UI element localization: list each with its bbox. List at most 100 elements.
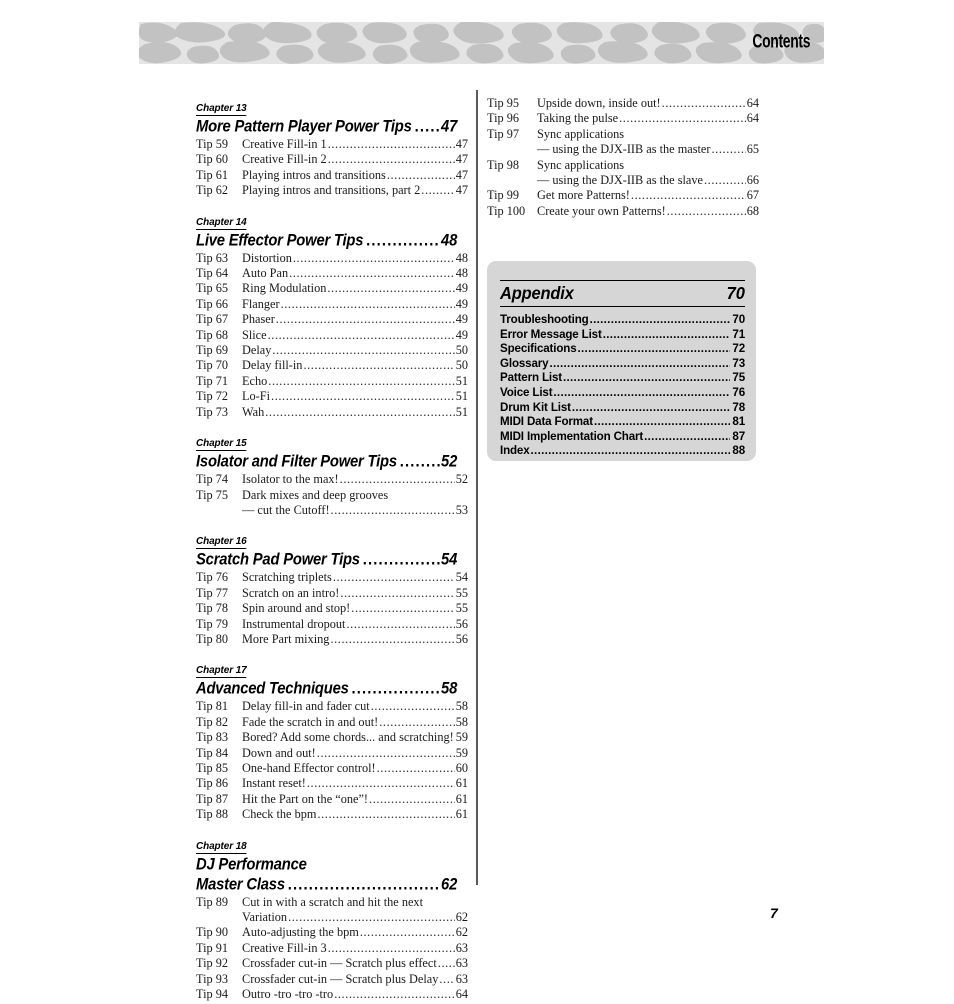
toc-chapter-block: Chapter 13 More Pattern Player Power Tips… — [196, 98, 468, 199]
toc-entry-page: 49 — [455, 281, 468, 296]
appendix-entry-row[interactable]: MIDI Data Format........................… — [500, 415, 745, 430]
toc-entry-number: Tip 65 — [196, 281, 229, 296]
toc-entry-row[interactable]: Tip 72 Lo-Fi.............................… — [196, 389, 468, 404]
toc-entry-row[interactable]: Tip 59 Creative Fill-in 1................… — [196, 137, 468, 152]
toc-entry-row[interactable]: Tip 61 Playing intros and transitions....… — [196, 168, 468, 183]
toc-leader-dots: ........................................… — [316, 745, 455, 760]
toc-entry-row[interactable]: Tip 69 Delay.............................… — [196, 343, 468, 358]
appendix-entry-row[interactable]: MIDI Implementation Chart...............… — [500, 430, 745, 445]
toc-entry-row[interactable]: Tip 63 Distortion........................… — [196, 251, 468, 266]
toc-entry-label: Variation — [242, 910, 288, 924]
toc-entry-number: Tip 97 — [487, 126, 520, 141]
toc-entry-row[interactable]: Tip 95 Upside down, inside out!..........… — [487, 96, 759, 111]
toc-entry-row[interactable]: Tip 90 Auto-adjusting the bpm............… — [196, 925, 468, 940]
toc-entry-body: Playing intros and transitions..........… — [242, 168, 468, 183]
toc-entry-row[interactable]: — using the DJX-IIB as the slave........… — [487, 173, 759, 188]
toc-entry-row[interactable]: Tip 93 Crossfader cut-in — Scratch plus D… — [196, 972, 468, 987]
chapter-title[interactable]: Scratch Pad Power Tips..................… — [196, 550, 457, 570]
toc-entry-row[interactable]: Tip 68 Slice.............................… — [196, 328, 468, 343]
appendix-entry-row[interactable]: Voice List..............................… — [500, 386, 745, 401]
toc-entry-row[interactable]: Tip 71 Echo..............................… — [196, 374, 468, 389]
toc-entry-body: Auto Pan................................… — [242, 266, 468, 281]
chapter-title-line-1[interactable]: DJ Performance — [196, 854, 457, 874]
toc-entry-row[interactable]: Tip 89 Cut in with a scratch and hit the … — [196, 895, 468, 910]
chapter-tip-list: Tip 63 Distortion........................… — [196, 251, 468, 420]
toc-entry-row[interactable]: Tip 66 Flanger...........................… — [196, 297, 468, 312]
toc-entry-row[interactable]: Tip 62 Playing intros and transitions, pa… — [196, 183, 468, 198]
chapter-label-holder: Chapter 14 — [196, 212, 468, 230]
chapter-label: Chapter 14 — [196, 215, 247, 230]
toc-leader-dots: ........................................… — [267, 327, 455, 342]
toc-entry-row[interactable]: Tip 73 Wah...............................… — [196, 405, 468, 420]
chapter-label-holder: Chapter 13 — [196, 98, 468, 116]
toc-entry-page: 55 — [455, 585, 468, 600]
toc-entry-row[interactable]: Tip 97 Sync applications.................… — [487, 127, 759, 142]
appendix-entry-row[interactable]: Error Message List......................… — [500, 328, 745, 343]
toc-entry-row[interactable]: Tip 86 Instant reset!....................… — [196, 776, 468, 791]
appendix-entry-row[interactable]: Index...................................… — [500, 444, 745, 459]
toc-entry-row[interactable]: Tip 60 Creative Fill-in 2................… — [196, 152, 468, 167]
chapter-title[interactable]: Live Effector Power Tips................… — [196, 230, 457, 250]
chapter-title[interactable]: More Pattern Player Power Tips..........… — [196, 116, 457, 136]
appendix-entry-row[interactable]: Specifications..........................… — [500, 342, 745, 357]
toc-entry-row[interactable]: Tip 84 Down and out!.....................… — [196, 746, 468, 761]
chapter-page: 58 — [441, 679, 458, 698]
toc-entry-row[interactable]: Tip 80 More Part mixing..................… — [196, 632, 468, 647]
toc-entry-row[interactable]: Tip 70 Delay fill-in.....................… — [196, 358, 468, 373]
toc-entry-row[interactable]: Tip 87 Hit the Part on the “one”!........… — [196, 792, 468, 807]
toc-entry-label: Echo — [242, 373, 268, 388]
toc-entry-label: Scratch on an intro! — [242, 585, 340, 600]
chapter-title[interactable]: Advanced Techniques.....................… — [196, 679, 457, 699]
toc-entry-body: Wah.....................................… — [242, 405, 468, 420]
toc-entry-label: Creative Fill-in 1 — [242, 137, 327, 151]
chapter-page: 47 — [441, 117, 458, 136]
toc-entry-row[interactable]: Tip 81 Delay fill-in and fader cut.......… — [196, 699, 468, 714]
toc-entry-row[interactable]: Tip 92 Crossfader cut-in — Scratch plus e… — [196, 956, 468, 971]
toc-entry-page: 64 — [746, 111, 759, 126]
toc-entry-row[interactable]: Tip 78 Spin around and stop!.............… — [196, 601, 468, 616]
toc-entry-row[interactable]: Tip 64 Auto Pan..........................… — [196, 266, 468, 281]
toc-entry-row[interactable]: Tip 74 Isolator to the max!..............… — [196, 472, 468, 487]
toc-entry-row[interactable]: Tip 79 Instrumental dropout..............… — [196, 617, 468, 632]
toc-entry-number: Tip 96 — [487, 111, 520, 126]
toc-entry-row[interactable]: Tip 83 Bored? Add some chords... and scra… — [196, 730, 468, 745]
toc-entry-row[interactable]: Tip 96 Taking the pulse..................… — [487, 111, 759, 126]
toc-entry-row[interactable]: Tip 85 One-hand Effector control!........… — [196, 761, 468, 776]
chapter-title[interactable]: Isolator and Filter Power Tips..........… — [196, 452, 457, 472]
appendix-entry-row[interactable]: Pattern List............................… — [500, 371, 745, 386]
toc-entry-body: Outro -tro -tro -tro....................… — [242, 987, 468, 1002]
toc-entry-row[interactable]: Tip 65 Ring Modulation...................… — [196, 281, 468, 296]
toc-entry-row[interactable]: Tip 77 Scratch on an intro!..............… — [196, 586, 468, 601]
toc-entry-row[interactable]: Tip 76 Scratching triplets...............… — [196, 570, 468, 585]
toc-entry-body: Upside down, inside out!................… — [537, 96, 759, 111]
toc-entry-row[interactable]: — cut the Cutoff!.......................… — [196, 503, 468, 518]
appendix-entry-row[interactable]: Troubleshooting.........................… — [500, 313, 745, 328]
appendix-entry-row[interactable]: Drum Kit List...........................… — [500, 401, 745, 416]
chapter-title[interactable]: Master Class............................… — [196, 874, 457, 894]
toc-chapter-block: Chapter 16 Scratch Pad Power Tips........… — [196, 531, 468, 647]
appendix-leader-dots: ........................................… — [589, 313, 731, 326]
toc-entry-number: Tip 81 — [196, 699, 229, 714]
toc-entry-row[interactable]: Variation...............................… — [196, 910, 468, 925]
toc-entry-number: Tip 73 — [196, 404, 229, 419]
toc-entry-label: Playing intros and transitions — [242, 167, 386, 182]
toc-entry-row[interactable]: — using the DJX-IIB as the master.......… — [487, 142, 759, 157]
toc-entry-label: Instrumental dropout — [242, 616, 346, 631]
toc-entry-row[interactable]: Tip 75 Dark mixes and deep grooves.......… — [196, 488, 468, 503]
toc-entry-number: Tip 90 — [196, 925, 229, 940]
appendix-entry-row[interactable]: Glossary................................… — [500, 357, 745, 372]
toc-entry-label: Instant reset! — [242, 776, 306, 791]
toc-entry-row[interactable]: Tip 100 Create your own Patterns!........… — [487, 204, 759, 219]
toc-entry-row[interactable]: Tip 98 Sync applications.................… — [487, 158, 759, 173]
toc-entry-row[interactable]: Tip 67 Phaser............................… — [196, 312, 468, 327]
toc-entry-label: Delay fill-in and fader cut — [242, 699, 370, 714]
toc-entry-label: Delay — [242, 343, 272, 358]
toc-entry-body: More Part mixing........................… — [242, 632, 468, 647]
toc-entry-row[interactable]: Tip 82 Fade the scratch in and out!......… — [196, 715, 468, 730]
toc-entry-page: 47 — [455, 152, 468, 167]
toc-entry-row[interactable]: Tip 88 Check the bpm.....................… — [196, 807, 468, 822]
toc-entry-row[interactable]: Tip 99 Get more Patterns!................… — [487, 188, 759, 203]
toc-entry-page: 63 — [455, 956, 468, 971]
toc-entry-row[interactable]: Tip 94 Outro -tro -tro -tro..............… — [196, 987, 468, 1002]
toc-leader-dots: ........................................… — [386, 167, 455, 182]
